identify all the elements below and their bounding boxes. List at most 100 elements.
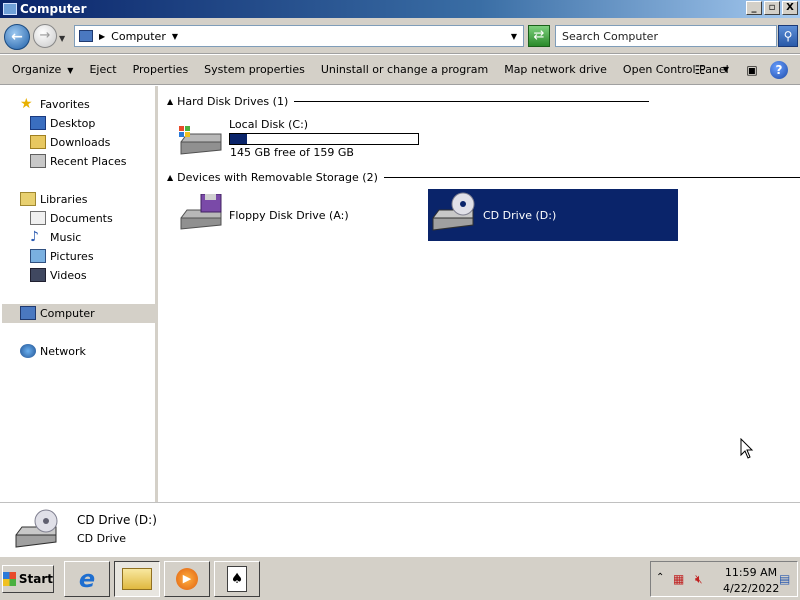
nav-label: Recent Places bbox=[50, 154, 127, 168]
capacity-bar-fill bbox=[230, 134, 247, 144]
window-title: Computer bbox=[20, 2, 87, 16]
system-tray: ⌃ ▦ 🔇︎ 11:59 AM 4/22/2022 ▤ bbox=[650, 561, 798, 597]
star-icon: ★ bbox=[20, 96, 33, 112]
desktop-icon bbox=[30, 116, 46, 130]
nav-label: Downloads bbox=[50, 135, 111, 149]
clock-time[interactable]: 11:59 AM bbox=[723, 566, 779, 579]
floppy-drive-icon bbox=[177, 193, 225, 234]
computer-icon bbox=[20, 306, 36, 320]
taskbar-internet-explorer[interactable]: e bbox=[64, 561, 110, 597]
nav-item-recent-places[interactable]: Recent Places bbox=[30, 154, 127, 168]
nav-label: Documents bbox=[50, 211, 113, 225]
cd-drive-icon bbox=[14, 509, 62, 551]
taskbar-media-player[interactable]: ▶ bbox=[164, 561, 210, 597]
start-button[interactable]: Start bbox=[2, 565, 54, 593]
address-bar[interactable]: ▶ Computer ▼ ▼ bbox=[74, 25, 524, 47]
dropdown-icon: ▼ bbox=[67, 66, 74, 75]
group-title: Hard Disk Drives (1) bbox=[177, 95, 289, 108]
collapse-icon: ▲ bbox=[167, 97, 174, 106]
address-location[interactable]: Computer bbox=[111, 30, 166, 43]
history-dropdown-icon[interactable]: ▼ bbox=[59, 34, 65, 43]
nav-item-pictures[interactable]: Pictures bbox=[30, 249, 94, 263]
music-icon: ♪ bbox=[30, 229, 39, 245]
group-header-hard-disk-drives[interactable]: ▲ Hard Disk Drives (1) bbox=[167, 95, 650, 108]
map-network-drive-button[interactable]: Map network drive bbox=[496, 63, 615, 76]
organize-label: Organize bbox=[12, 63, 62, 76]
nav-item-network[interactable]: Network bbox=[20, 344, 86, 358]
recent-places-icon bbox=[30, 154, 46, 168]
maximize-button[interactable]: ▫ bbox=[764, 1, 780, 15]
nav-item-computer[interactable]: Computer bbox=[20, 306, 95, 320]
nav-item-videos[interactable]: Videos bbox=[30, 268, 87, 282]
nav-label: Favorites bbox=[40, 97, 90, 111]
forward-button[interactable]: → bbox=[33, 24, 57, 48]
navigation-pane: ★ Favorites Desktop Downloads Recent Pla… bbox=[0, 86, 158, 502]
solitaire-card-icon: ♠ bbox=[227, 566, 247, 592]
drive-name: Local Disk (C:) bbox=[229, 118, 309, 131]
action-center-icon[interactable]: ▤ bbox=[779, 572, 795, 588]
cd-drive-icon bbox=[431, 192, 479, 232]
close-button[interactable]: X bbox=[782, 1, 798, 15]
nav-item-music[interactable]: ♪ Music bbox=[30, 230, 81, 244]
content-area: ▲ Hard Disk Drives (1) Local Disk (C:) 1… bbox=[161, 86, 800, 502]
taskbar-solitaire[interactable]: ♠ bbox=[214, 561, 260, 597]
downloads-folder-icon bbox=[30, 135, 46, 149]
collapse-icon: ▲ bbox=[167, 173, 174, 182]
mouse-cursor-icon bbox=[740, 438, 754, 459]
change-view-icon[interactable]: ☷ bbox=[692, 62, 708, 78]
computer-icon bbox=[79, 30, 93, 42]
show-hidden-icons-icon[interactable]: ⌃ bbox=[656, 572, 664, 583]
taskbar-windows-explorer[interactable] bbox=[114, 561, 160, 597]
media-player-icon: ▶ bbox=[176, 568, 198, 590]
hard-drive-icon bbox=[177, 120, 225, 160]
nav-label: Music bbox=[50, 230, 82, 244]
videos-icon bbox=[30, 268, 46, 282]
uninstall-program-button[interactable]: Uninstall or change a program bbox=[313, 63, 496, 76]
breadcrumb-dropdown-icon[interactable]: ▼ bbox=[172, 32, 178, 41]
nav-item-libraries[interactable]: Libraries bbox=[20, 192, 88, 206]
system-properties-button[interactable]: System properties bbox=[196, 63, 313, 76]
clock-date[interactable]: 4/22/2022 bbox=[723, 582, 779, 595]
preview-pane-icon[interactable]: ▣ bbox=[744, 62, 760, 78]
drive-free-space: 145 GB free of 159 GB bbox=[230, 146, 354, 159]
details-type: CD Drive bbox=[77, 532, 126, 545]
title-bar[interactable]: Computer _ ▫ X bbox=[0, 0, 800, 18]
command-bar: Organize ▼ Eject Properties System proper… bbox=[0, 55, 800, 85]
properties-button[interactable]: Properties bbox=[125, 63, 197, 76]
details-name: CD Drive (D:) bbox=[77, 513, 157, 527]
pictures-icon bbox=[30, 249, 46, 263]
nav-label: Pictures bbox=[50, 249, 94, 263]
network-status-icon[interactable]: ▦ bbox=[673, 572, 689, 588]
nav-item-desktop[interactable]: Desktop bbox=[30, 116, 95, 130]
nav-item-documents[interactable]: Documents bbox=[30, 211, 113, 225]
volume-muted-icon[interactable]: 🔇︎ bbox=[695, 572, 711, 588]
group-divider bbox=[383, 177, 800, 178]
help-icon[interactable]: ? bbox=[770, 61, 788, 79]
search-input[interactable]: Search Computer bbox=[555, 25, 777, 47]
network-icon bbox=[20, 344, 36, 358]
documents-icon bbox=[30, 211, 46, 225]
back-button[interactable]: ← bbox=[4, 24, 30, 50]
minimize-button[interactable]: _ bbox=[746, 1, 762, 15]
eject-button[interactable]: Eject bbox=[81, 63, 124, 76]
group-divider bbox=[294, 101, 650, 102]
nav-label: Desktop bbox=[50, 116, 96, 130]
group-header-removable-storage[interactable]: ▲ Devices with Removable Storage (2) bbox=[167, 171, 800, 184]
internet-explorer-icon: e bbox=[78, 565, 96, 593]
group-title: Devices with Removable Storage (2) bbox=[177, 171, 378, 184]
folder-icon bbox=[122, 568, 152, 590]
nav-label: Network bbox=[40, 344, 86, 358]
libraries-icon bbox=[20, 192, 36, 206]
nav-item-downloads[interactable]: Downloads bbox=[30, 135, 110, 149]
nav-label: Libraries bbox=[40, 192, 88, 206]
nav-item-favorites[interactable]: ★ Favorites bbox=[20, 97, 90, 111]
breadcrumb-arrow-icon[interactable]: ▶ bbox=[99, 32, 105, 41]
start-label: Start bbox=[18, 572, 53, 586]
search-icon[interactable]: ⚲ bbox=[778, 25, 798, 47]
refresh-button[interactable]: ⇄ bbox=[528, 25, 550, 47]
capacity-bar bbox=[229, 133, 419, 145]
address-dropdown-icon[interactable]: ▼ bbox=[511, 32, 517, 41]
drive-name: Floppy Disk Drive (A:) bbox=[229, 209, 349, 222]
view-dropdown-icon[interactable]: ▼ bbox=[718, 62, 734, 78]
organize-button[interactable]: Organize ▼ bbox=[4, 63, 81, 76]
